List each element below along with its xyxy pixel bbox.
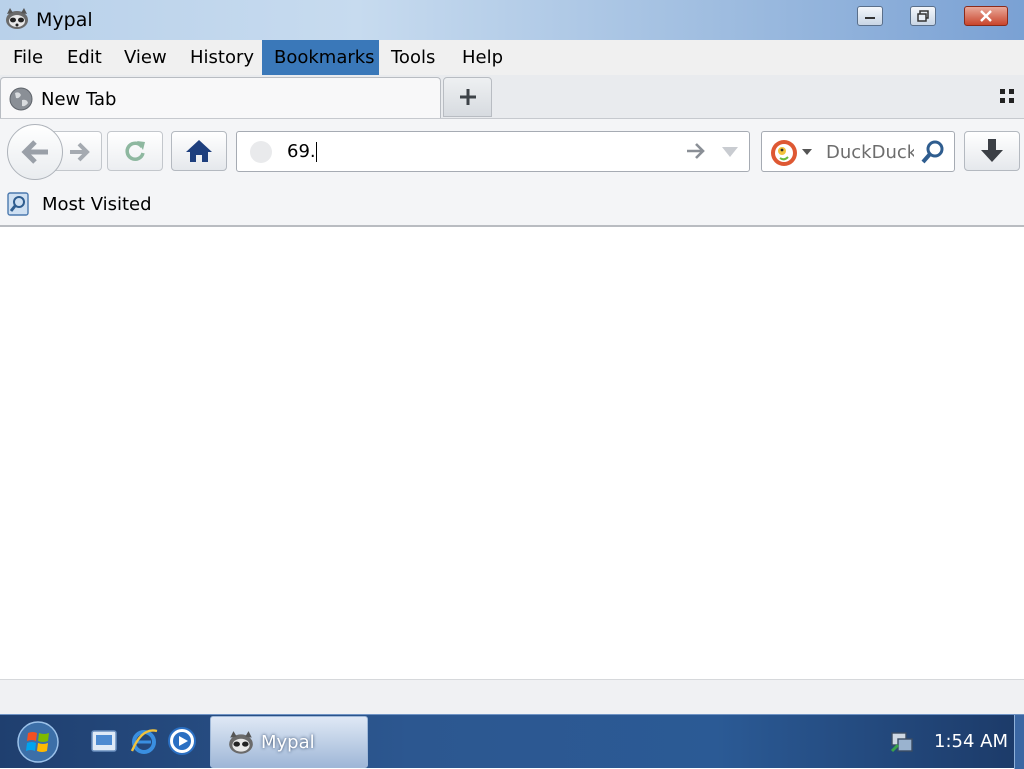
menu-bookmarks[interactable]: Bookmarks xyxy=(262,40,379,75)
taskbar-button-label: Mypal xyxy=(261,732,315,753)
site-identity-icon xyxy=(250,141,272,163)
close-icon xyxy=(980,10,992,22)
tab-label: New Tab xyxy=(41,89,117,110)
url-value: 69. xyxy=(287,141,316,162)
menu-edit[interactable]: Edit xyxy=(55,40,114,75)
status-bar xyxy=(0,679,1024,714)
menu-tools[interactable]: Tools xyxy=(379,40,447,75)
search-bar[interactable]: DuckDuckGo xyxy=(761,131,955,172)
most-visited-folder-icon xyxy=(7,192,29,216)
restore-icon xyxy=(917,10,929,22)
restore-button[interactable] xyxy=(910,6,936,26)
menu-view[interactable]: View xyxy=(112,40,179,75)
minimize-button[interactable] xyxy=(857,6,883,26)
bookmark-most-visited[interactable]: Most Visited xyxy=(42,194,152,215)
close-button[interactable] xyxy=(964,6,1008,26)
search-input[interactable]: DuckDuckGo xyxy=(826,142,914,163)
url-input[interactable]: 69. xyxy=(287,141,317,162)
engine-dropdown-icon[interactable] xyxy=(802,148,812,156)
network-tray-icon[interactable] xyxy=(888,727,916,755)
navigation-toolbar: 69. DuckDuckGo xyxy=(0,118,1024,183)
tab-grid-icon[interactable] xyxy=(998,87,1016,105)
new-tab-button[interactable] xyxy=(443,77,492,117)
address-bar[interactable]: 69. xyxy=(236,131,750,172)
taskbar-mypal-button[interactable]: Mypal xyxy=(210,716,368,768)
forward-arrow-icon xyxy=(70,142,90,162)
home-icon xyxy=(186,140,212,162)
media-player-icon[interactable] xyxy=(166,725,198,757)
menu-history[interactable]: History xyxy=(178,40,266,75)
home-button[interactable] xyxy=(171,131,227,171)
globe-icon xyxy=(9,87,33,111)
show-desktop-button[interactable] xyxy=(1014,715,1024,769)
taskbar: Mypal 1:54 AM xyxy=(0,714,1024,769)
go-arrow-icon[interactable] xyxy=(685,140,707,162)
start-button-icon[interactable] xyxy=(14,720,62,764)
title-bar[interactable]: Mypal xyxy=(0,0,1024,40)
download-arrow-icon xyxy=(981,139,1003,162)
duckduckgo-icon[interactable] xyxy=(770,139,798,167)
windows-explorer-icon[interactable] xyxy=(88,725,120,757)
menu-help[interactable]: Help xyxy=(450,40,515,75)
browser-window: Mypal File Edit View History Bookmarks T… xyxy=(0,0,1024,714)
system-clock[interactable]: 1:54 AM xyxy=(934,731,1008,752)
raccoon-app-icon xyxy=(229,731,253,754)
history-dropdown-icon[interactable] xyxy=(719,140,741,162)
text-caret xyxy=(315,142,317,162)
menu-file[interactable]: File xyxy=(1,40,55,75)
reload-button[interactable] xyxy=(107,131,163,171)
menu-bar: File Edit View History Bookmarks Tools H… xyxy=(0,40,1024,75)
reload-icon xyxy=(125,141,145,161)
downloads-button[interactable] xyxy=(964,131,1020,171)
raccoon-app-icon xyxy=(6,8,28,29)
tab-strip: New Tab xyxy=(0,75,1024,119)
tab-new-tab[interactable]: New Tab xyxy=(0,77,441,119)
plus-icon xyxy=(459,89,476,105)
search-icon[interactable] xyxy=(920,139,946,165)
internet-explorer-icon[interactable] xyxy=(128,725,160,757)
window-title: Mypal xyxy=(36,9,93,31)
bookmarks-toolbar: Most Visited xyxy=(0,183,1024,227)
back-arrow-icon xyxy=(21,140,48,164)
page-content[interactable] xyxy=(0,227,1024,679)
back-button[interactable] xyxy=(7,124,63,180)
minimize-icon xyxy=(865,17,875,19)
